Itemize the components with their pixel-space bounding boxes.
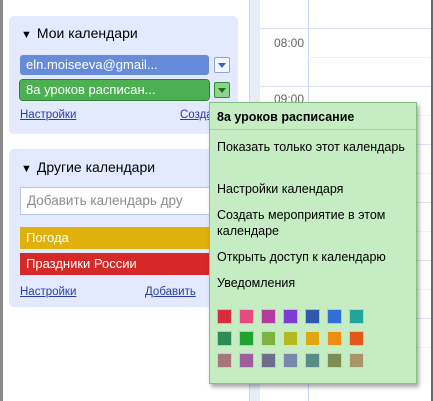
calendar-item-weather[interactable]: Погода [20,227,238,249]
collapse-triangle-icon[interactable]: ▼ [21,29,32,41]
my-calendars-panel: ▼ Мои календари eln.moiseeva@gmail... 8а … [9,16,238,134]
my-calendars-settings-link[interactable]: Настройки [20,109,76,121]
color-swatch[interactable] [349,353,364,368]
color-swatch[interactable] [217,309,232,324]
color-swatch[interactable] [217,331,232,346]
calendar-item-holidays[interactable]: Праздники России [20,253,238,275]
color-swatch[interactable] [261,353,276,368]
color-swatch[interactable] [239,353,254,368]
collapse-triangle-icon[interactable]: ▼ [21,163,32,175]
chevron-down-icon [218,88,226,93]
create-calendar-link[interactable]: Созда [180,109,213,121]
window-frame-left [0,0,3,401]
calendar-item-personal[interactable]: eln.moiseeva@gmail... [20,55,209,75]
calendar-item-schedule[interactable]: 8а уроков расписан... [19,79,210,101]
calendar-options-menu: 8а уроков расписание Показать только это… [209,102,417,384]
color-swatch[interactable] [261,309,276,324]
other-calendars-header[interactable]: ▼ Другие календари [21,159,155,175]
color-swatch[interactable] [327,353,342,368]
other-calendars-settings-link[interactable]: Настройки [20,286,76,298]
add-calendar-link[interactable]: Добавить [145,286,196,298]
color-swatch[interactable] [305,331,320,346]
other-calendars-panel: ▼ Другие календари Добавить календарь дру… [9,149,238,307]
menu-item-show-only[interactable]: Показать только этот календарь [217,139,413,155]
chevron-down-icon [218,63,226,68]
my-calendars-header[interactable]: ▼ Мои календари [21,25,138,41]
half-hour-line [308,57,431,58]
color-swatch[interactable] [283,331,298,346]
my-calendars-title: Мои календари [36,25,138,41]
color-swatch[interactable] [283,353,298,368]
add-calendar-input[interactable]: Добавить календарь дру [20,187,238,215]
color-swatch[interactable] [349,309,364,324]
color-swatch[interactable] [261,331,276,346]
calendar-menu-button-active[interactable] [214,82,230,98]
menu-title: 8а уроков расписание [217,110,355,124]
menu-item-create-event[interactable]: Создать мероприятие в этом календаре [217,207,413,239]
color-swatch[interactable] [239,309,254,324]
menu-item-share[interactable]: Открыть доступ к календарю [217,249,413,265]
menu-item-notifications[interactable]: Уведомления [217,275,413,291]
menu-divider [210,129,416,130]
color-swatch[interactable] [327,331,342,346]
other-calendars-title: Другие календари [36,159,156,175]
color-swatch[interactable] [305,309,320,324]
color-swatch[interactable] [239,331,254,346]
menu-item-calendar-settings[interactable]: Настройки календаря [217,181,413,197]
hour-line [260,86,431,87]
color-swatch[interactable] [283,309,298,324]
color-swatch[interactable] [327,309,342,324]
color-swatch[interactable] [349,331,364,346]
calendar-menu-button[interactable] [214,57,230,73]
color-swatch[interactable] [305,353,320,368]
hour-line [260,28,431,29]
time-label: 08:00 [273,36,304,50]
color-swatch[interactable] [217,353,232,368]
